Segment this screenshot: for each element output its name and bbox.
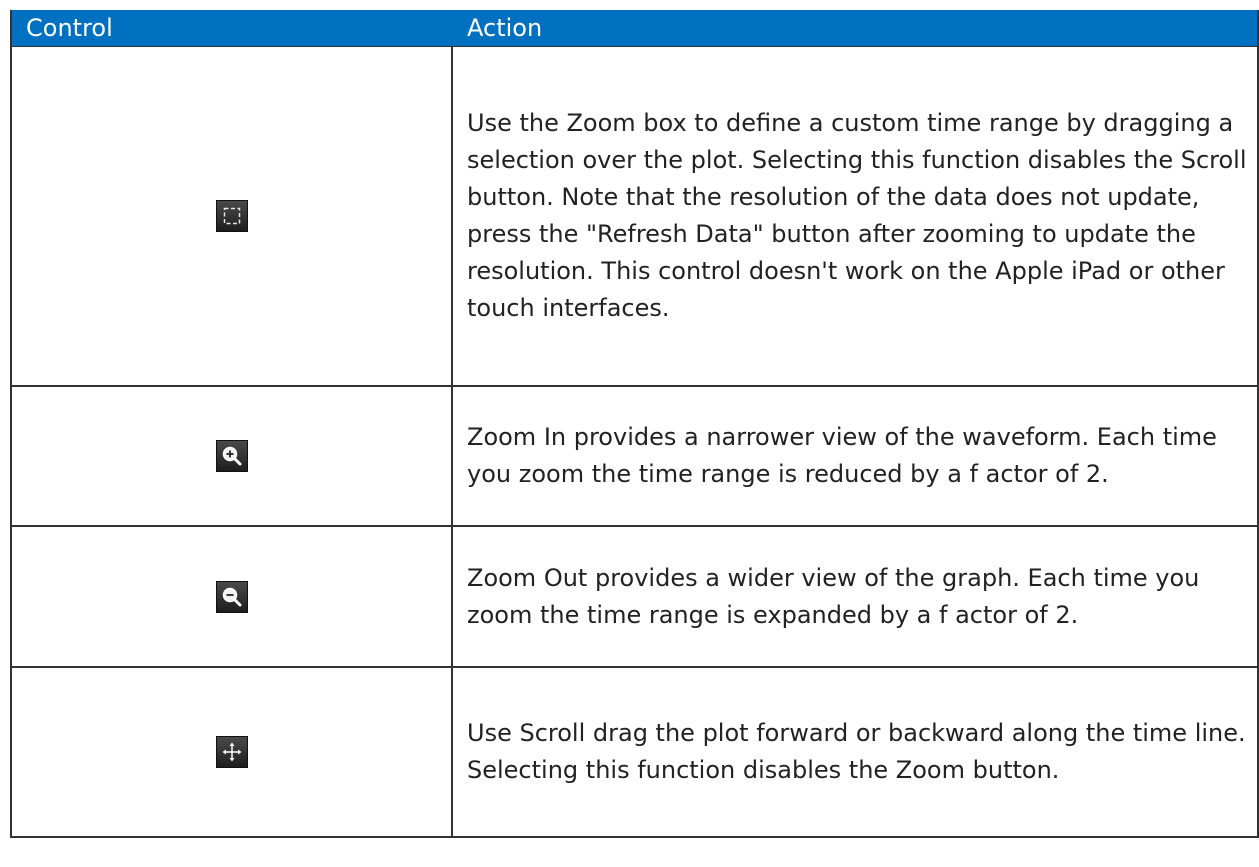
control-cell: [12, 668, 453, 836]
control-cell: [12, 527, 453, 666]
action-text: Use Scroll drag the plot forward or back…: [467, 719, 1246, 784]
controls-table: Control Action Use the Zoom box to defin…: [10, 10, 1259, 838]
scroll-move-icon[interactable]: [215, 736, 248, 768]
action-text: Use the Zoom box to define a custom time…: [467, 109, 1247, 322]
table-row: Use Scroll drag the plot forward or back…: [12, 668, 1257, 838]
table-row: Use the Zoom box to define a custom time…: [12, 47, 1257, 387]
header-control: Control: [12, 10, 453, 46]
zoom-out-icon[interactable]: [215, 580, 248, 613]
control-cell: [12, 387, 453, 525]
header-action: Action: [467, 14, 543, 42]
action-text: Zoom In provides a narrower view of the …: [467, 423, 1217, 488]
table-row: Zoom Out provides a wider view of the gr…: [12, 527, 1257, 668]
table-row: Zoom In provides a narrower view of the …: [12, 387, 1257, 527]
action-text: Zoom Out provides a wider view of the gr…: [467, 563, 1200, 629]
zoom-box-icon[interactable]: [215, 200, 248, 232]
zoom-in-icon[interactable]: [215, 440, 248, 472]
control-cell: [12, 47, 453, 385]
table-header-row: Control Action: [12, 10, 1257, 47]
